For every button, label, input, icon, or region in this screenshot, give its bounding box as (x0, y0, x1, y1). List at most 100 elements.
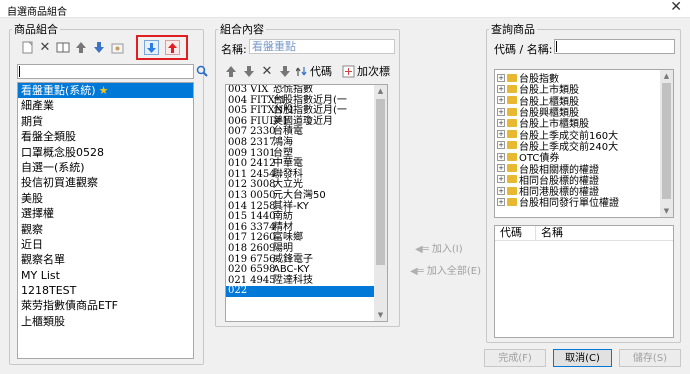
tree-scroll-thumb[interactable] (662, 83, 671, 199)
group-list-item[interactable]: 細產業 (18, 98, 193, 113)
group-list-item[interactable]: 觀察 (18, 222, 193, 237)
folder-icon (507, 141, 517, 150)
group-search-input[interactable] (17, 64, 208, 79)
expand-icon[interactable]: + (497, 186, 505, 195)
symbol-delete-icon[interactable]: ✕ (260, 64, 274, 78)
export-icon[interactable] (165, 40, 180, 55)
symbol-sort-icon[interactable] (278, 64, 292, 78)
symbol-row[interactable]: 003 VIX 恐慌指數 (226, 85, 376, 96)
expand-icon[interactable]: + (497, 197, 505, 206)
folder-icon (507, 107, 517, 116)
result-table: 代碼 名稱 (494, 225, 674, 338)
settings-icon[interactable] (110, 40, 124, 54)
column-header-code[interactable]: 代碼 (495, 226, 536, 240)
arrow-left-double-icon: ◀═ (410, 266, 424, 277)
group-list-item[interactable]: 觀察名單 (18, 252, 193, 267)
expand-icon[interactable]: + (497, 84, 505, 93)
new-group-icon[interactable] (20, 40, 34, 54)
scroll-up-icon[interactable]: ▲ (374, 85, 387, 97)
group-list-item[interactable]: 上櫃類股 (18, 314, 193, 329)
symbol-list-scrollbar[interactable]: ▲ ▼ (374, 85, 387, 321)
group-name-field[interactable]: 看盤重點 (249, 39, 395, 54)
expand-icon[interactable]: + (497, 175, 505, 184)
star-icon: ★ (98, 84, 109, 97)
result-table-header: 代碼 名稱 (495, 226, 673, 241)
add-all-button[interactable]: ◀═ 加入全部(E) (410, 262, 481, 277)
contents-toolbar: ✕ 代碼 加次標 (224, 63, 390, 79)
expand-icon[interactable]: + (497, 107, 505, 116)
group-list-item[interactable]: 口罩概念股0528 (18, 145, 193, 160)
group-list-item[interactable]: 近日 (18, 237, 193, 252)
symbol-row[interactable]: 018 2609 陽明 (226, 243, 376, 255)
group-list-item[interactable]: 1218TEST (18, 283, 193, 298)
group-list-item[interactable]: 自選一(系統) (18, 160, 193, 175)
window-title: 自選商品組合 (7, 7, 67, 18)
group-list-item[interactable]: MY List (18, 268, 193, 283)
folder-icon (507, 118, 517, 127)
folder-icon (507, 84, 517, 93)
cancel-button[interactable]: 取消(C) (553, 349, 612, 367)
expand-icon[interactable]: + (497, 73, 505, 82)
name-label: 名稱: (221, 43, 247, 56)
group-list-item[interactable]: 投信初買進觀察 (18, 175, 193, 190)
folder-icon (507, 175, 517, 184)
symbol-row[interactable]: 021 4945 陞達科技 (226, 275, 376, 287)
symbol-move-up-icon[interactable] (224, 64, 238, 78)
text-caret (556, 41, 557, 52)
search-icon[interactable] (196, 65, 209, 78)
finish-button[interactable]: 完成(F) (484, 349, 546, 367)
code-sort-icon (296, 66, 307, 76)
groups-panel-title: 商品組合 (14, 23, 58, 36)
symbol-row[interactable]: 015 1440 南紡 (226, 211, 376, 223)
symbol-row[interactable]: 007 2330 台積電 (226, 127, 376, 138)
symbol-row[interactable]: 014 1258 其祥-KY (226, 201, 376, 213)
symbol-row[interactable]: 017 1260 富味鄉 (226, 233, 376, 244)
add-button[interactable]: ◀═ 加入(I) (415, 240, 463, 255)
symbol-row[interactable]: 022 (226, 285, 376, 297)
close-icon[interactable]: ✕ (670, 0, 682, 15)
tree-scroll-down-icon[interactable]: ▼ (660, 205, 673, 217)
symbol-row[interactable]: 008 2317 鴻海 (226, 137, 376, 149)
tree-scrollbar[interactable]: ▲ ▼ (660, 70, 673, 217)
expand-icon[interactable]: + (497, 118, 505, 127)
expand-icon[interactable]: + (497, 164, 505, 173)
folder-icon (507, 197, 517, 206)
group-list: 看盤重點(系統) ★ 細產業 期貨 看盤全類股 口罩概念股0528 自選一(系統) 投信初買進… (17, 82, 194, 359)
folder-icon (507, 164, 517, 173)
group-list-item[interactable]: 看盤全類股 (18, 129, 193, 144)
query-search-label: 代碼 / 名稱: (494, 43, 553, 56)
text-caret (19, 66, 20, 77)
arrow-left-icon: ◀═ (415, 244, 429, 255)
group-list-item[interactable]: 期貨 (18, 114, 193, 129)
import-icon[interactable] (144, 40, 159, 55)
scroll-thumb[interactable] (376, 99, 385, 265)
rename-icon[interactable] (56, 40, 70, 54)
expand-icon[interactable]: + (497, 96, 505, 105)
tree-scroll-up-icon[interactable]: ▲ (660, 70, 673, 82)
expand-icon[interactable]: + (497, 152, 505, 161)
query-search-input[interactable] (554, 39, 675, 54)
folder-icon (507, 96, 517, 105)
group-list-item[interactable]: 選擇權 (18, 206, 193, 221)
add-next-button[interactable]: 加次標 (342, 63, 390, 79)
add-subtitle-icon (342, 65, 355, 77)
expand-icon[interactable]: + (497, 130, 505, 139)
symbol-move-down-icon[interactable] (242, 64, 256, 78)
folder-icon (507, 186, 517, 195)
group-list-item[interactable]: 美股 (18, 191, 193, 206)
code-button[interactable]: 代碼 (296, 63, 332, 79)
column-header-name[interactable]: 名稱 (536, 226, 563, 240)
query-panel-title: 查詢商品 (491, 23, 535, 36)
symbol-row[interactable]: 013 0050 元大台灣50 (226, 190, 376, 202)
scroll-down-icon[interactable]: ▼ (374, 309, 387, 321)
expand-icon[interactable]: + (497, 141, 505, 150)
group-list-item[interactable]: 看盤重點(系統) ★ (18, 83, 193, 99)
save-button[interactable]: 儲存(S) (619, 349, 681, 367)
delete-icon[interactable]: ✕ (38, 40, 52, 54)
title-bar: 自選商品組合 ✕ (0, 0, 690, 18)
group-list-item[interactable]: 萊劳指數債商品ETF (18, 298, 193, 313)
folder-icon (507, 152, 517, 161)
tree-node[interactable]: + 台股相同發行單位權證 (495, 196, 661, 209)
move-up-icon[interactable] (74, 40, 88, 54)
move-down-icon[interactable] (92, 40, 106, 54)
